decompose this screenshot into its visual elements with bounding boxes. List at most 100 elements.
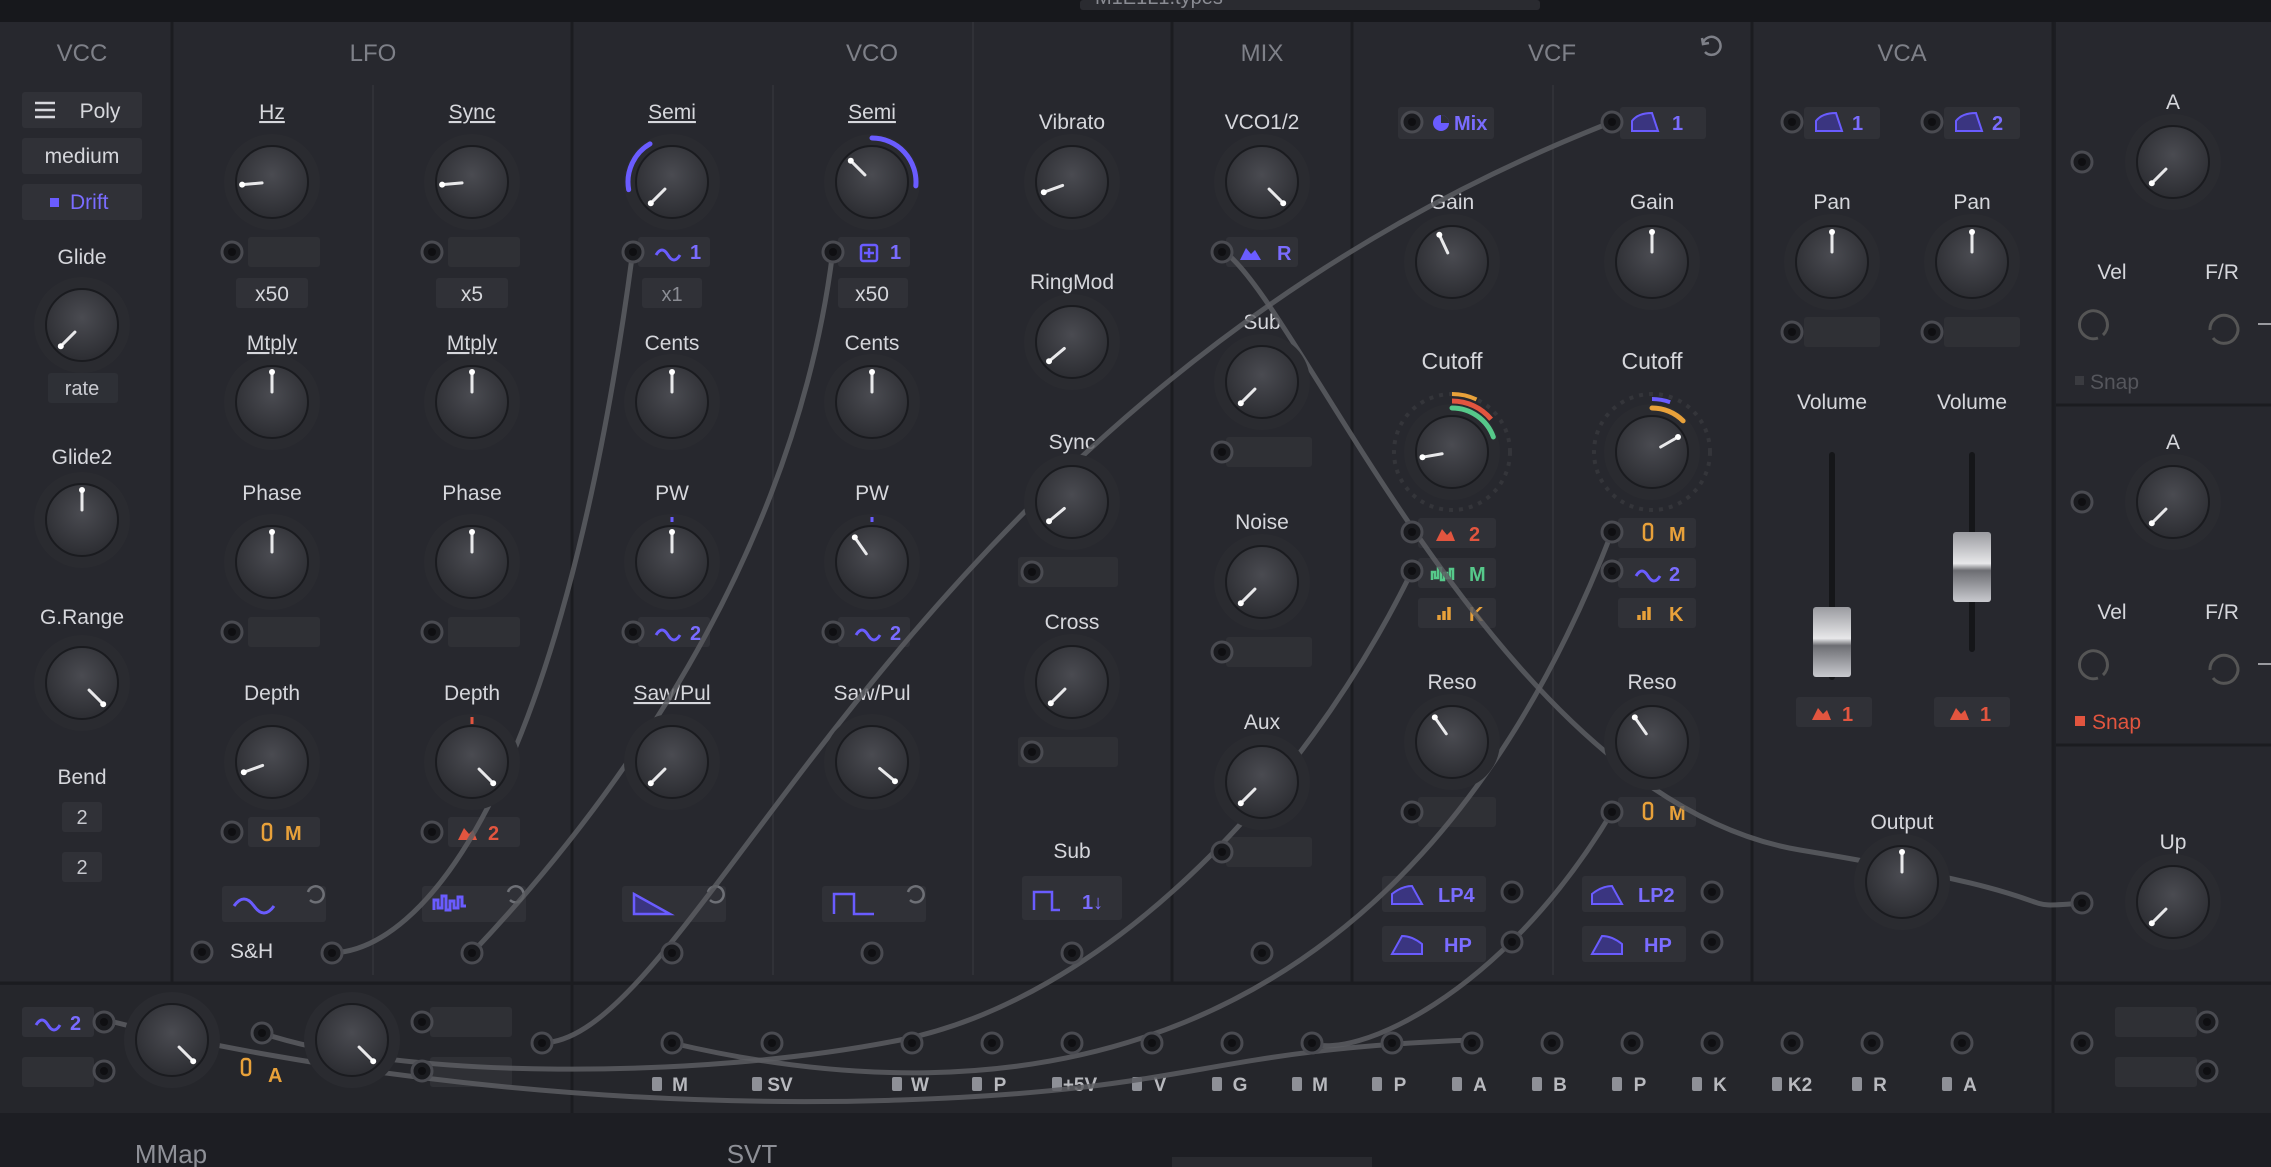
vco2-wave-select[interactable]	[822, 886, 926, 922]
bay-output-jack-6[interactable]	[1140, 1031, 1164, 1055]
vco2-mod-jack[interactable]	[821, 240, 845, 264]
mix-sub-knob[interactable]	[1214, 334, 1310, 430]
lfo1-hz-jack[interactable]	[220, 240, 244, 264]
vcf1-mix-jack[interactable]	[1400, 110, 1424, 134]
bay-jack-5[interactable]	[410, 1059, 434, 1083]
lfo2-phase-mod-slot[interactable]	[448, 617, 520, 647]
vca2-volume-fader[interactable]	[1953, 532, 1991, 602]
bay-output-jack-14[interactable]	[1780, 1031, 1804, 1055]
mix-vco-knob[interactable]	[1214, 134, 1310, 230]
env2-snap-label[interactable]: Snap	[2092, 711, 2141, 734]
vcf2-hp-jack[interactable]	[1700, 930, 1724, 954]
vco2-semi-knob[interactable]	[824, 134, 920, 230]
bay-output-jack-8[interactable]	[1300, 1031, 1324, 1055]
bay-slot-2[interactable]	[430, 1007, 512, 1037]
vca-output-knob[interactable]	[1854, 834, 1950, 930]
mix-aux-knob[interactable]	[1214, 734, 1310, 830]
sh-in-jack[interactable]	[190, 940, 214, 964]
bay-output-jack-9[interactable]	[1380, 1031, 1404, 1055]
bay-slot-5[interactable]	[2115, 1057, 2197, 1087]
env-up-jack[interactable]	[2070, 891, 2094, 915]
vcf1-gain-knob[interactable]	[1404, 214, 1500, 310]
bay-output-jack-5[interactable]	[1060, 1031, 1084, 1055]
vcf2-cut-jack[interactable]	[1600, 520, 1624, 544]
sh-out-jack[interactable]	[320, 941, 344, 965]
bay-knob-1[interactable]	[124, 992, 220, 1088]
vco2-pw-jack[interactable]	[821, 620, 845, 644]
lfo1-depth-mod-tag[interactable]	[248, 817, 320, 847]
vcf2-out-jack[interactable]	[1700, 880, 1724, 904]
env1-snap-label[interactable]: Snap	[2090, 371, 2139, 394]
sync-jack[interactable]	[1020, 560, 1044, 584]
lfo2-phase-jack[interactable]	[420, 620, 444, 644]
vcf1-out-jack[interactable]	[1500, 880, 1524, 904]
vco2-cents-knob[interactable]	[824, 354, 920, 450]
vcf1-reso-jack[interactable]	[1400, 800, 1424, 824]
mix-sub-jack[interactable]	[1210, 440, 1234, 464]
vco1-cents-knob[interactable]	[624, 354, 720, 450]
mix-noise-jack[interactable]	[1210, 640, 1234, 664]
env2-jack[interactable]	[2070, 490, 2094, 514]
vcf2-cut-mod-2[interactable]	[1618, 558, 1696, 588]
sync-knob[interactable]	[1024, 454, 1120, 550]
mix-sub-mod-slot[interactable]	[1226, 437, 1312, 467]
vcf2-gain-knob[interactable]	[1604, 214, 1700, 310]
bay-output-jack-12[interactable]	[1620, 1031, 1644, 1055]
vca1-pan-jack[interactable]	[1780, 320, 1804, 344]
vca2-pan-knob[interactable]	[1924, 214, 2020, 310]
bay-output-jack-4[interactable]	[980, 1031, 1004, 1055]
lfo1-hz-knob[interactable]	[224, 134, 320, 230]
vco1-semi-knob[interactable]	[624, 134, 720, 230]
vca2-pan-mod-slot[interactable]	[1944, 317, 2020, 347]
mix-out-jack[interactable]	[1250, 941, 1274, 965]
vco1-out-jack[interactable]	[660, 941, 684, 965]
cross-jack[interactable]	[1020, 740, 1044, 764]
lfo2-mtply-knob[interactable]	[424, 354, 520, 450]
bay-jack-2[interactable]	[92, 1059, 116, 1083]
mix-noise-mod-slot[interactable]	[1226, 637, 1312, 667]
bay-jack-1[interactable]	[92, 1010, 116, 1034]
vcf1-cut-jack[interactable]	[1400, 520, 1424, 544]
bay-jack-9[interactable]	[2195, 1059, 2219, 1083]
vca2-env-jack[interactable]	[1920, 110, 1944, 134]
vcf2-reso-jack[interactable]	[1600, 800, 1624, 824]
vca1-pan-mod-slot[interactable]	[1804, 317, 1880, 347]
bay-output-jack-13[interactable]	[1700, 1031, 1724, 1055]
vcf2-cut2-jack[interactable]	[1600, 559, 1624, 583]
mix-noise-knob[interactable]	[1214, 534, 1310, 630]
bay-jack-6[interactable]	[530, 1031, 554, 1055]
vcf1-hp-jack[interactable]	[1500, 930, 1524, 954]
bay-output-jack-15[interactable]	[1860, 1031, 1884, 1055]
vco2-sawpul-knob[interactable]	[824, 714, 920, 810]
lfo2-depth-mod-tag[interactable]	[448, 817, 520, 847]
lfo2-depth-knob[interactable]	[424, 714, 520, 810]
bay-output-jack-16[interactable]	[1950, 1031, 1974, 1055]
lfo2-mod-slot[interactable]	[448, 237, 520, 267]
bay-jack-8[interactable]	[2195, 1010, 2219, 1034]
vco1-pw-knob[interactable]	[624, 514, 720, 610]
lfo2-phase-knob[interactable]	[424, 514, 520, 610]
lfo1-depth-jack[interactable]	[220, 820, 244, 844]
vca1-env-jack[interactable]	[1780, 110, 1804, 134]
vco1-sawpul-knob[interactable]	[624, 714, 720, 810]
vibrato-knob[interactable]	[1024, 134, 1120, 230]
bay-output-jack-7[interactable]	[1220, 1031, 1244, 1055]
env1-attack-knob[interactable]	[2125, 114, 2221, 210]
vca2-mod-tag[interactable]	[1934, 697, 2010, 727]
lfo1-mtply-knob[interactable]	[224, 354, 320, 450]
vcf1-reso-knob[interactable]	[1404, 694, 1500, 790]
sub-out-jack[interactable]	[1060, 941, 1084, 965]
bay-lfo-tag[interactable]	[22, 1007, 94, 1037]
mix-aux-mod-slot[interactable]	[1226, 837, 1312, 867]
vcf1-cut2-jack[interactable]	[1400, 559, 1424, 583]
lfo2-sync-jack[interactable]	[420, 240, 444, 264]
vca1-pan-knob[interactable]	[1784, 214, 1880, 310]
vcf2-cut-mod-3[interactable]	[1618, 598, 1696, 628]
lfo1-phase-jack[interactable]	[220, 620, 244, 644]
vco1-mod-jack[interactable]	[621, 240, 645, 264]
cross-knob[interactable]	[1024, 634, 1120, 730]
vco2-out-jack[interactable]	[860, 941, 884, 965]
bay-slot-1[interactable]	[22, 1057, 94, 1087]
lfo1-phase-mod-slot[interactable]	[248, 617, 320, 647]
lfo2-sync-knob[interactable]	[424, 134, 520, 230]
